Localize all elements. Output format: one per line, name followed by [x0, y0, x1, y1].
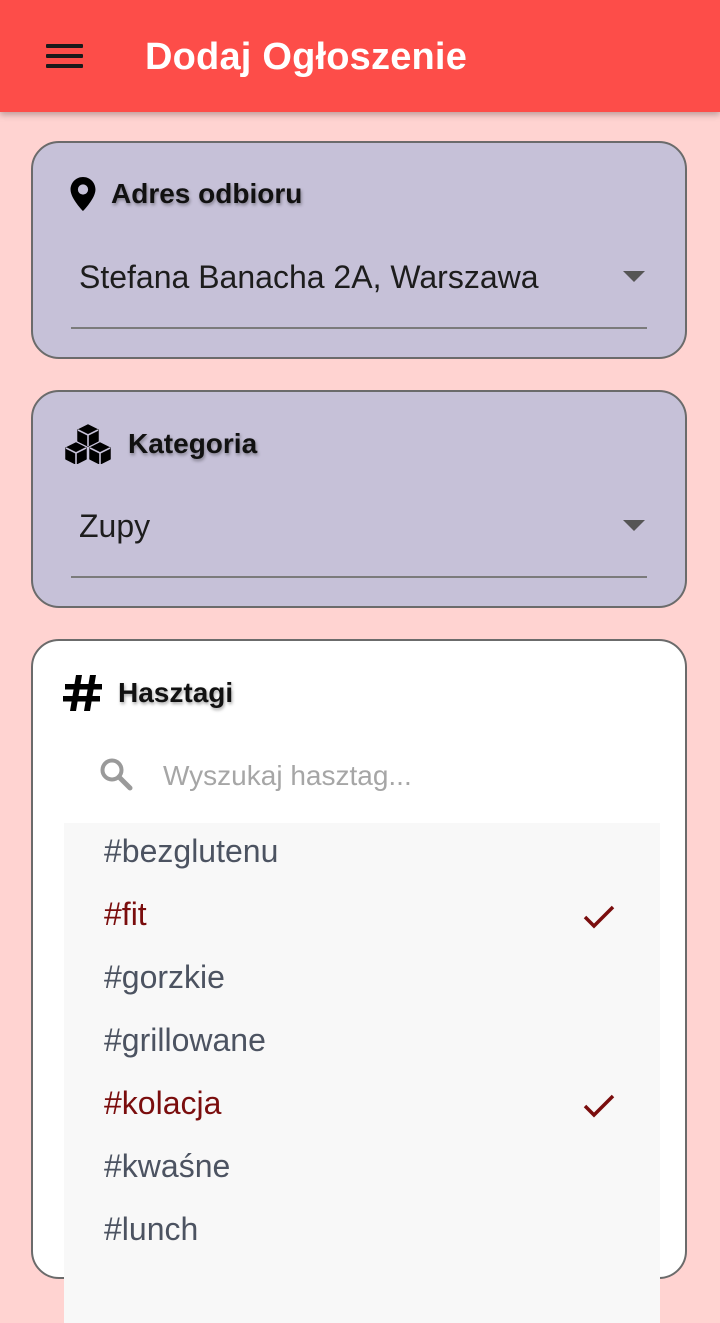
- location-pin-icon: [70, 177, 96, 211]
- page-title: Dodaj Ogłoszenie: [145, 36, 468, 78]
- check-icon: [583, 905, 615, 929]
- hashtag-list: #bezglutenu #fit #gorzkie #grillowane #kolac…: [64, 823, 660, 1323]
- category-card: Kategoria Zupy: [31, 390, 687, 608]
- category-title: Kategoria: [128, 428, 258, 459]
- search-icon: [100, 758, 133, 791]
- hashtag-list-item[interactable]: #kwaśne: [64, 1138, 660, 1201]
- address-underline: [71, 327, 647, 329]
- category-underline: [71, 576, 647, 578]
- hashtag-label: #kolacja: [104, 1085, 222, 1121]
- check-icon: [583, 1094, 615, 1118]
- hashtag-search-input[interactable]: [161, 751, 635, 801]
- hashtag-icon: [63, 675, 102, 711]
- hashtags-card: Hasztagi #bezglutenu #fit #gorzkie #grillow…: [31, 639, 687, 1323]
- hashtag-label: #fit: [104, 896, 147, 932]
- category-value: Zupy: [79, 508, 151, 544]
- address-value: Stefana Banacha 2A, Warszawa: [79, 259, 539, 295]
- hashtag-label: #kwaśne: [104, 1148, 231, 1184]
- hashtags-header: Hasztagi: [63, 675, 233, 711]
- hashtag-list-item[interactable]: #lunch: [64, 1201, 660, 1264]
- hashtag-list-item[interactable]: #fit: [64, 886, 660, 949]
- hashtag-list-item[interactable]: #grillowane: [64, 1012, 660, 1075]
- dropdown-arrow-icon: [623, 520, 645, 531]
- hashtag-label: #grillowane: [104, 1022, 266, 1058]
- address-header: Adres odbioru: [69, 177, 302, 211]
- address-dropdown[interactable]: Stefana Banacha 2A, Warszawa: [71, 239, 647, 329]
- hamburger-menu-icon[interactable]: [46, 44, 83, 68]
- hashtag-list-item[interactable]: #gorzkie: [64, 949, 660, 1012]
- category-dropdown[interactable]: Zupy: [71, 488, 647, 578]
- hashtag-label: #gorzkie: [104, 959, 225, 995]
- hashtag-list-item[interactable]: #kolacja: [64, 1075, 660, 1138]
- hashtag-label: #lunch: [104, 1211, 199, 1247]
- app-bar: Dodaj Ogłoszenie: [0, 0, 720, 112]
- hashtag-label: #bezglutenu: [104, 833, 279, 869]
- cubes-icon: [65, 424, 111, 464]
- dropdown-arrow-icon: [623, 271, 645, 282]
- hashtag-list-item[interactable]: #bezglutenu: [64, 823, 660, 886]
- address-title: Adres odbioru: [111, 178, 303, 209]
- hashtag-search: [93, 751, 653, 801]
- category-header: Kategoria: [63, 424, 257, 464]
- hashtags-title: Hasztagi: [118, 677, 234, 708]
- address-card: Adres odbioru Stefana Banacha 2A, Warsza…: [31, 141, 687, 359]
